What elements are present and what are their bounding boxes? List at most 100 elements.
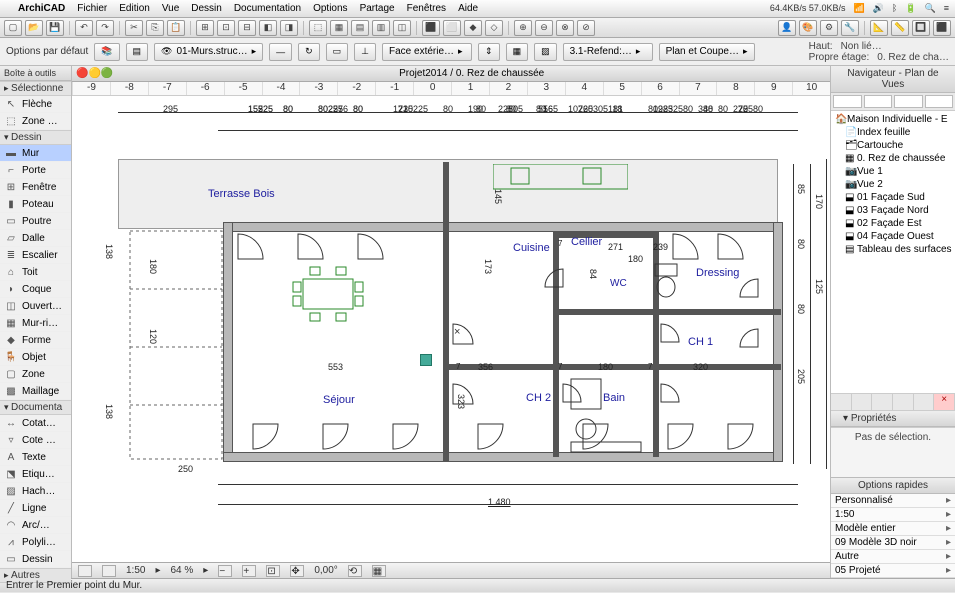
tool-objet[interactable]: 🪑Objet	[0, 349, 71, 366]
tree-item[interactable]: ▦0. Rez de chaussée	[833, 152, 953, 165]
angle-value[interactable]: 0,00°	[314, 565, 337, 576]
volume-icon[interactable]: 🔊	[873, 3, 884, 14]
properties-title[interactable]: ▾ Propriétés	[831, 411, 955, 427]
quick-opt-row[interactable]: Personnalisé▸	[831, 494, 955, 508]
pan-icon[interactable]: ✥	[290, 565, 304, 577]
tool-zone[interactable]: ▢Zone	[0, 366, 71, 383]
tool-d[interactable]: ◧	[259, 20, 277, 36]
tool-u[interactable]: ⚙	[820, 20, 838, 36]
tool-r[interactable]: ⊘	[577, 20, 595, 36]
nav-action-3[interactable]	[872, 394, 893, 410]
zoom-in-icon[interactable]: +	[242, 565, 256, 577]
battery-icon[interactable]: 🔋	[905, 3, 916, 14]
tree-item[interactable]: ⬓02 Façade Est	[833, 217, 953, 230]
tool-coque[interactable]: ◗Coque	[0, 281, 71, 298]
nav-tab-3[interactable]	[894, 95, 923, 108]
status-btn-3[interactable]: ⟲	[348, 565, 362, 577]
new-icon[interactable]: ▢	[4, 20, 22, 36]
menu-edition[interactable]: Edition	[119, 3, 150, 14]
tool-b[interactable]: ⊡	[217, 20, 235, 36]
geom-btn-3[interactable]: ▭	[326, 43, 349, 61]
quick-opt-row[interactable]: 05 Projeté▸	[831, 564, 955, 578]
tree-item[interactable]: ⬓01 Façade Sud	[833, 191, 953, 204]
tool-forme[interactable]: ◆Forme	[0, 332, 71, 349]
tree-item[interactable]: ⬓04 Façade Ouest	[833, 230, 953, 243]
plan-coupe-dropdown[interactable]: Plan et Coupe… ▸	[659, 43, 755, 61]
tool-fleche[interactable]: ↖Flèche	[0, 96, 71, 113]
tool-m[interactable]: ◆	[464, 20, 482, 36]
nav-action-5[interactable]	[914, 394, 935, 410]
nav-action-1[interactable]	[831, 394, 852, 410]
profile-btn[interactable]: ▦	[506, 43, 529, 61]
tool-j[interactable]: ◫	[393, 20, 411, 36]
tool-texte[interactable]: ATexte	[0, 449, 71, 466]
refend-dropdown[interactable]: 3.1-Refend:… ▸	[563, 43, 653, 61]
tool-etiquette[interactable]: ⬔Etiqu…	[0, 466, 71, 483]
spotlight-icon[interactable]: 🔍	[925, 3, 936, 14]
wifi-icon[interactable]: 📶	[853, 3, 864, 14]
tool-mur-rideau[interactable]: ▦Mur-ri…	[0, 315, 71, 332]
geom-btn-1[interactable]: —	[269, 43, 292, 61]
tool-cotation[interactable]: ↔Cotat…	[0, 415, 71, 432]
tool-dessin-2d[interactable]: ▭Dessin	[0, 551, 71, 568]
face-dropdown[interactable]: Face extérie… ▸	[382, 43, 472, 61]
notifications-icon[interactable]: ≡	[944, 3, 949, 14]
geom-btn-2[interactable]: ↻	[298, 43, 320, 61]
tool-g[interactable]: ▦	[330, 20, 348, 36]
quick-opt-row[interactable]: 1:50▸	[831, 508, 955, 522]
menu-fenetres[interactable]: Fenêtres	[407, 3, 446, 14]
tree-root[interactable]: 🏠Maison Individuelle - E	[833, 113, 953, 126]
hatch-btn[interactable]: ▨	[534, 43, 557, 61]
tree-item[interactable]: ⬓03 Façade Nord	[833, 204, 953, 217]
tool-dalle[interactable]: ▱Dalle	[0, 230, 71, 247]
section-dessin[interactable]: ▾ Dessin	[0, 130, 71, 145]
tree-item[interactable]: 🗂Cartouche	[833, 139, 953, 152]
undo-icon[interactable]: ↶	[75, 20, 93, 36]
tree-item[interactable]: 📷Vue 2	[833, 178, 953, 191]
tool-v[interactable]: 🔧	[841, 20, 859, 36]
tool-mur[interactable]: ▬Mur	[0, 145, 71, 162]
tool-fenetre[interactable]: ⊞Fenêtre	[0, 179, 71, 196]
scale-value[interactable]: 1:50	[126, 565, 145, 576]
layer-icon[interactable]: ▤	[126, 43, 149, 61]
tool-p[interactable]: ⊖	[535, 20, 553, 36]
app-name[interactable]: ArchiCAD	[18, 3, 65, 14]
status-btn-2[interactable]	[102, 565, 116, 577]
nav-tab-4[interactable]	[925, 95, 954, 108]
quick-opt-row[interactable]: Autre▸	[831, 550, 955, 564]
paste-icon[interactable]: 📋	[167, 20, 185, 36]
ref-btn[interactable]: ⊥	[354, 43, 376, 61]
tool-toit[interactable]: ⌂Toit	[0, 264, 71, 281]
layer-btn[interactable]: 📚	[94, 43, 119, 61]
menu-options[interactable]: Options	[313, 3, 347, 14]
tool-t[interactable]: 🎨	[799, 20, 817, 36]
tool-ouverture[interactable]: ◫Ouvert…	[0, 298, 71, 315]
quick-opt-row[interactable]: 09 Modèle 3D noir▸	[831, 536, 955, 550]
section-selection[interactable]: ▸ Sélectionne	[0, 81, 71, 96]
tool-k[interactable]: ⬛	[422, 20, 440, 36]
bluetooth-icon[interactable]: ᛒ	[892, 3, 897, 14]
tool-w[interactable]: 📐	[870, 20, 888, 36]
open-icon[interactable]: 📂	[25, 20, 43, 36]
tool-n[interactable]: ◇	[485, 20, 503, 36]
menu-partage[interactable]: Partage	[360, 3, 395, 14]
menu-fichier[interactable]: Fichier	[77, 3, 107, 14]
save-icon[interactable]: 💾	[46, 20, 64, 36]
nav-action-2[interactable]	[852, 394, 873, 410]
tool-zone-marquee[interactable]: ⬚Zone …	[0, 113, 71, 130]
nav-tab-1[interactable]	[833, 95, 862, 108]
tool-ligne[interactable]: ╱Ligne	[0, 500, 71, 517]
tool-polyligne[interactable]: ⩘Polyli…	[0, 534, 71, 551]
menu-aide[interactable]: Aide	[458, 3, 478, 14]
tool-e[interactable]: ◨	[280, 20, 298, 36]
quick-opt-row[interactable]: Modèle entier▸	[831, 522, 955, 536]
tool-hachure[interactable]: ▨Hach…	[0, 483, 71, 500]
redo-icon[interactable]: ↷	[96, 20, 114, 36]
cut-icon[interactable]: ✂	[125, 20, 143, 36]
section-documenta[interactable]: ▾ Documenta	[0, 400, 71, 415]
menu-vue[interactable]: Vue	[162, 3, 179, 14]
zoom-value[interactable]: 64 %	[171, 565, 194, 576]
tool-x[interactable]: 📏	[891, 20, 909, 36]
tool-l[interactable]: ⬜	[443, 20, 461, 36]
tool-z[interactable]: ⬛	[933, 20, 951, 36]
